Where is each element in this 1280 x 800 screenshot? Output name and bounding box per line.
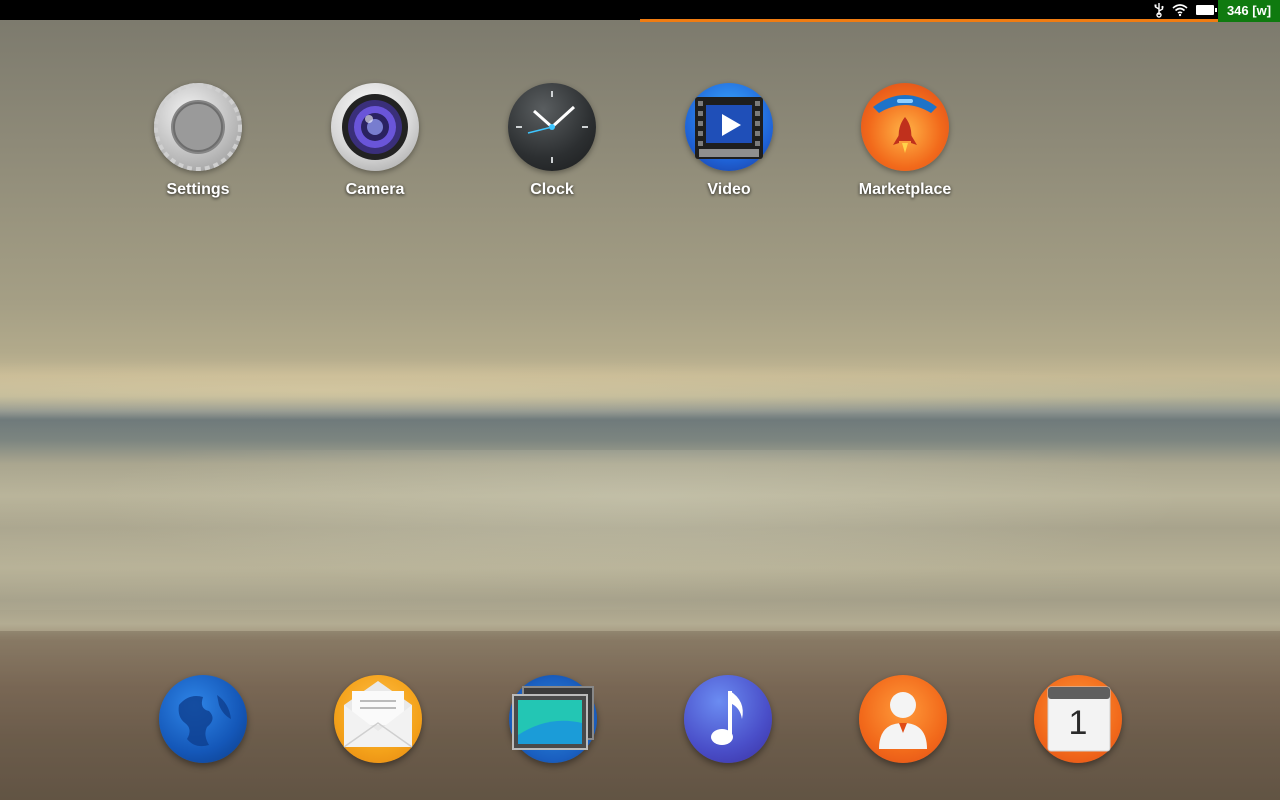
wallpaper-horizon-glow xyxy=(0,360,1280,420)
calendar-day-number: 1 xyxy=(1068,704,1088,742)
app-label: Video xyxy=(707,181,751,198)
calendar-icon[interactable]: 1 xyxy=(1034,675,1122,763)
app-label: Clock xyxy=(530,181,574,198)
app-label: Camera xyxy=(345,181,405,198)
camera-lens-icon xyxy=(331,83,419,171)
settings-gear-icon xyxy=(154,83,242,171)
contacts-person-icon[interactable] xyxy=(859,675,947,763)
app-label: Settings xyxy=(166,181,230,198)
clock-icon xyxy=(508,83,596,171)
email-envelope-icon[interactable] xyxy=(334,675,422,763)
music-note-icon[interactable] xyxy=(684,675,772,763)
app-camera[interactable]: Camera xyxy=(315,83,435,199)
wifi-icon xyxy=(1172,4,1188,17)
video-play-icon xyxy=(685,83,773,171)
status-bar xyxy=(0,0,1280,20)
memory-badge: 346 [w] xyxy=(1218,0,1280,22)
marketplace-rocket-icon xyxy=(861,83,949,171)
browser-globe-icon[interactable] xyxy=(159,675,247,763)
gallery-icon[interactable] xyxy=(509,675,597,763)
app-clock[interactable]: Clock xyxy=(492,83,612,199)
status-icons xyxy=(1154,2,1217,18)
app-label: Marketplace xyxy=(858,181,952,198)
battery-icon xyxy=(1196,5,1217,15)
app-video[interactable]: Video xyxy=(669,83,789,199)
wallpaper-sea-foam xyxy=(0,450,1280,610)
loading-progress-line xyxy=(640,19,1280,22)
usb-icon xyxy=(1154,3,1164,18)
app-settings[interactable]: Settings xyxy=(138,83,258,199)
app-marketplace[interactable]: Marketplace xyxy=(845,83,965,199)
